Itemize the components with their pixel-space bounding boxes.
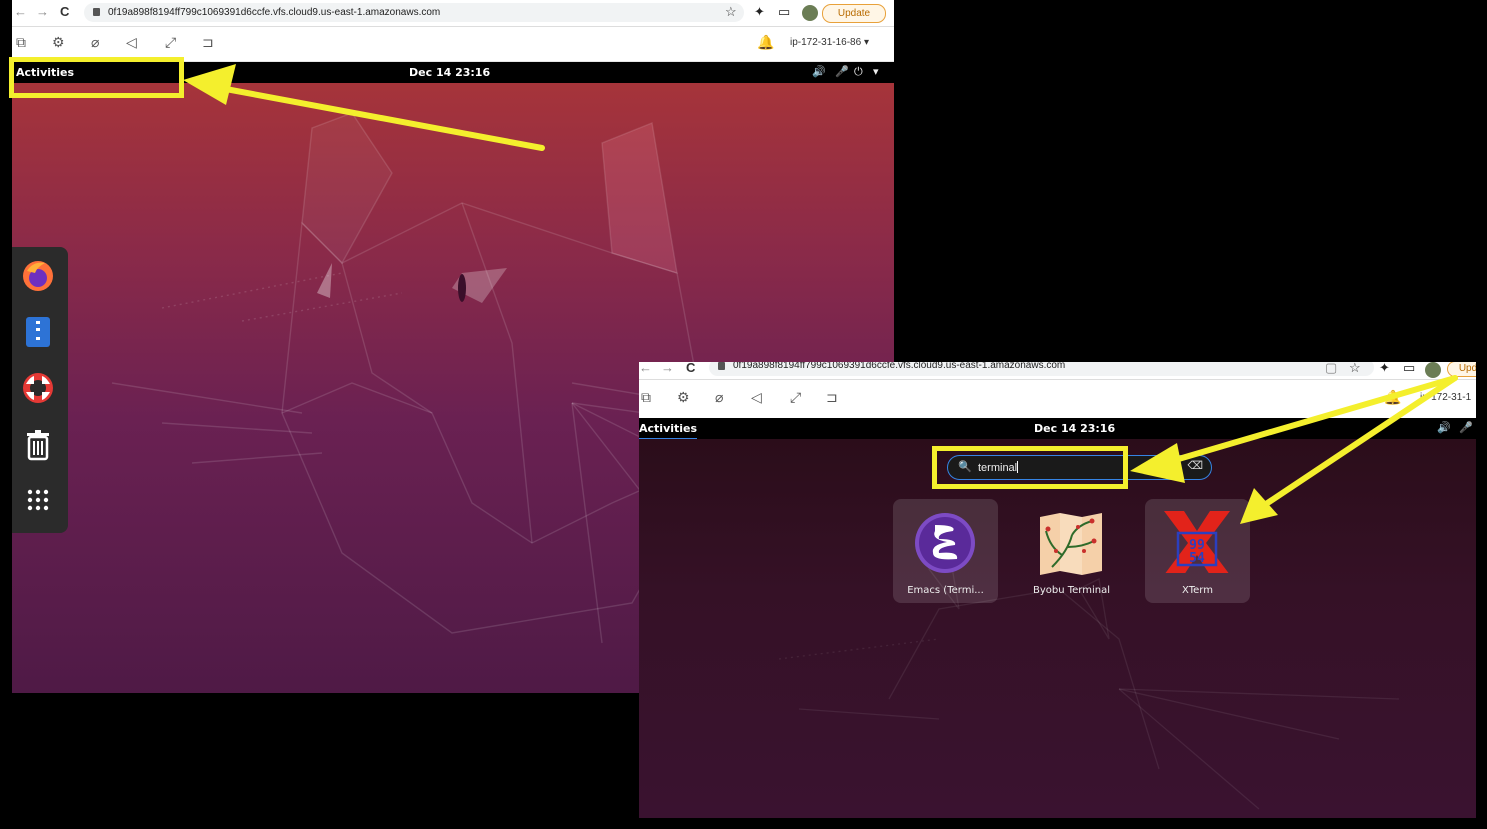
app-label: Emacs (Termi...	[907, 585, 984, 596]
lock-icon	[93, 8, 100, 16]
app-result-emacs[interactable]: Emacs (Termi...	[893, 499, 998, 603]
extensions-icon[interactable]: ✦	[754, 4, 765, 20]
wallpaper-cat-illustration	[778, 547, 1400, 810]
tab-icon[interactable]: ▢	[1325, 362, 1337, 376]
clock[interactable]: Dec 14 23:16	[1034, 422, 1115, 435]
fullscreen-icon[interactable]: ⤢	[165, 34, 176, 51]
notifications-icon[interactable]: 🔔	[757, 34, 774, 51]
settings-icon[interactable]: ⚙	[52, 34, 65, 51]
clear-search-icon[interactable]: ⌫	[1187, 459, 1203, 472]
svg-text:54: 54	[1189, 551, 1205, 566]
speaker-icon[interactable]: ◁	[126, 34, 137, 51]
dock	[12, 247, 68, 533]
gnome-top-bar: Activities Dec 14 23:16 🔊 🎤	[639, 418, 1476, 440]
address-bar[interactable]: 0f19a898f8194ff799c1069391d6ccfe.vfs.clo…	[84, 3, 744, 22]
xterm-icon: 99 54	[1164, 511, 1230, 573]
byobu-icon	[1040, 513, 1102, 575]
screenshot-activities-overview: ← → C 0f19a898f8194ff799c1069391d6ccfe.v…	[639, 362, 1476, 818]
host-dropdown[interactable]: ip-172-31-16-86 ▾	[790, 37, 869, 48]
clock[interactable]: Dec 14 23:16	[409, 66, 490, 79]
speaker-icon[interactable]: ◁	[751, 389, 762, 406]
reload-icon[interactable]: C	[60, 4, 69, 19]
lock-icon	[718, 362, 725, 370]
notifications-icon[interactable]: 🔔	[1384, 389, 1401, 406]
back-icon[interactable]: ←	[639, 362, 652, 375]
url-text: 0f19a898f8194ff799c1069391d6ccfe.vfs.clo…	[733, 362, 1066, 371]
update-button[interactable]: Update	[822, 4, 886, 23]
help-icon[interactable]	[21, 371, 55, 405]
host-label: ip-172-31-16-86	[790, 37, 862, 48]
microphone-muted-icon[interactable]: ⌀	[715, 389, 723, 406]
extensions-icon[interactable]: ✦	[1379, 362, 1390, 376]
url-text: 0f19a898f8194ff799c1069391d6ccfe.vfs.clo…	[108, 7, 441, 18]
app-result-byobu-terminal[interactable]: Byobu Terminal	[1019, 499, 1124, 603]
bookmark-star-icon[interactable]: ☆	[1349, 362, 1361, 376]
activities-overview: 🔍 terminal ⌫ Emacs (Termi... Byobu Termi…	[639, 439, 1476, 818]
dcv-toolbar: ⧉ ⚙ ⌀ ◁ ⤢ ⊐ 🔔 ip-172-31-1	[639, 380, 1476, 417]
activities-button[interactable]: Activities	[639, 422, 698, 440]
reload-icon[interactable]: C	[686, 362, 695, 375]
forward-icon[interactable]: →	[661, 362, 674, 375]
displays-icon[interactable]: ⊐	[202, 34, 214, 51]
app-label: Byobu Terminal	[1032, 585, 1111, 596]
microphone-icon[interactable]: 🎤	[1459, 421, 1473, 434]
emacs-icon	[915, 513, 975, 573]
profile-avatar[interactable]	[802, 5, 818, 21]
update-button[interactable]: Upd	[1447, 362, 1476, 377]
volume-icon[interactable]: 🔊	[1437, 421, 1451, 434]
update-label: Upd	[1458, 363, 1476, 374]
firefox-icon[interactable]	[21, 259, 55, 293]
microphone-muted-icon[interactable]: ⌀	[91, 34, 99, 51]
cast-icon[interactable]: ▭	[1403, 362, 1415, 376]
app-label: XTerm	[1182, 585, 1213, 596]
highlight-activities	[9, 57, 184, 98]
displays-icon[interactable]: ⊐	[826, 389, 838, 406]
text-editor-icon[interactable]	[21, 315, 55, 349]
show-applications-icon[interactable]	[21, 483, 55, 517]
windows-icon[interactable]: ⧉	[16, 34, 26, 51]
host-label[interactable]: ip-172-31-1	[1420, 392, 1471, 403]
volume-icon[interactable]: 🔊	[812, 65, 826, 78]
profile-avatar[interactable]	[1425, 362, 1441, 378]
app-result-xterm[interactable]: 99 54 XTerm	[1145, 499, 1250, 603]
settings-icon[interactable]: ⚙	[677, 389, 690, 406]
trash-icon[interactable]	[21, 427, 55, 461]
highlight-search-box	[932, 446, 1128, 489]
microphone-icon[interactable]: 🎤	[835, 65, 849, 78]
browser-toolbar: ← → C 0f19a898f8194ff799c1069391d6ccfe.v…	[12, 0, 894, 27]
update-label: Update	[837, 8, 871, 19]
address-bar[interactable]: 0f19a898f8194ff799c1069391d6ccfe.vfs.clo…	[709, 362, 1374, 376]
browser-toolbar: ← → C 0f19a898f8194ff799c1069391d6ccfe.v…	[639, 362, 1476, 380]
back-icon[interactable]: ←	[14, 4, 27, 19]
fullscreen-icon[interactable]: ⤢	[790, 389, 801, 406]
system-menu-chevron-icon[interactable]: ▾	[873, 65, 879, 78]
forward-icon[interactable]: →	[36, 4, 49, 19]
power-icon[interactable]: ⏻	[854, 65, 863, 79]
windows-icon[interactable]: ⧉	[641, 389, 651, 406]
cast-icon[interactable]: ▭	[778, 4, 790, 20]
bookmark-star-icon[interactable]: ☆	[725, 4, 737, 20]
